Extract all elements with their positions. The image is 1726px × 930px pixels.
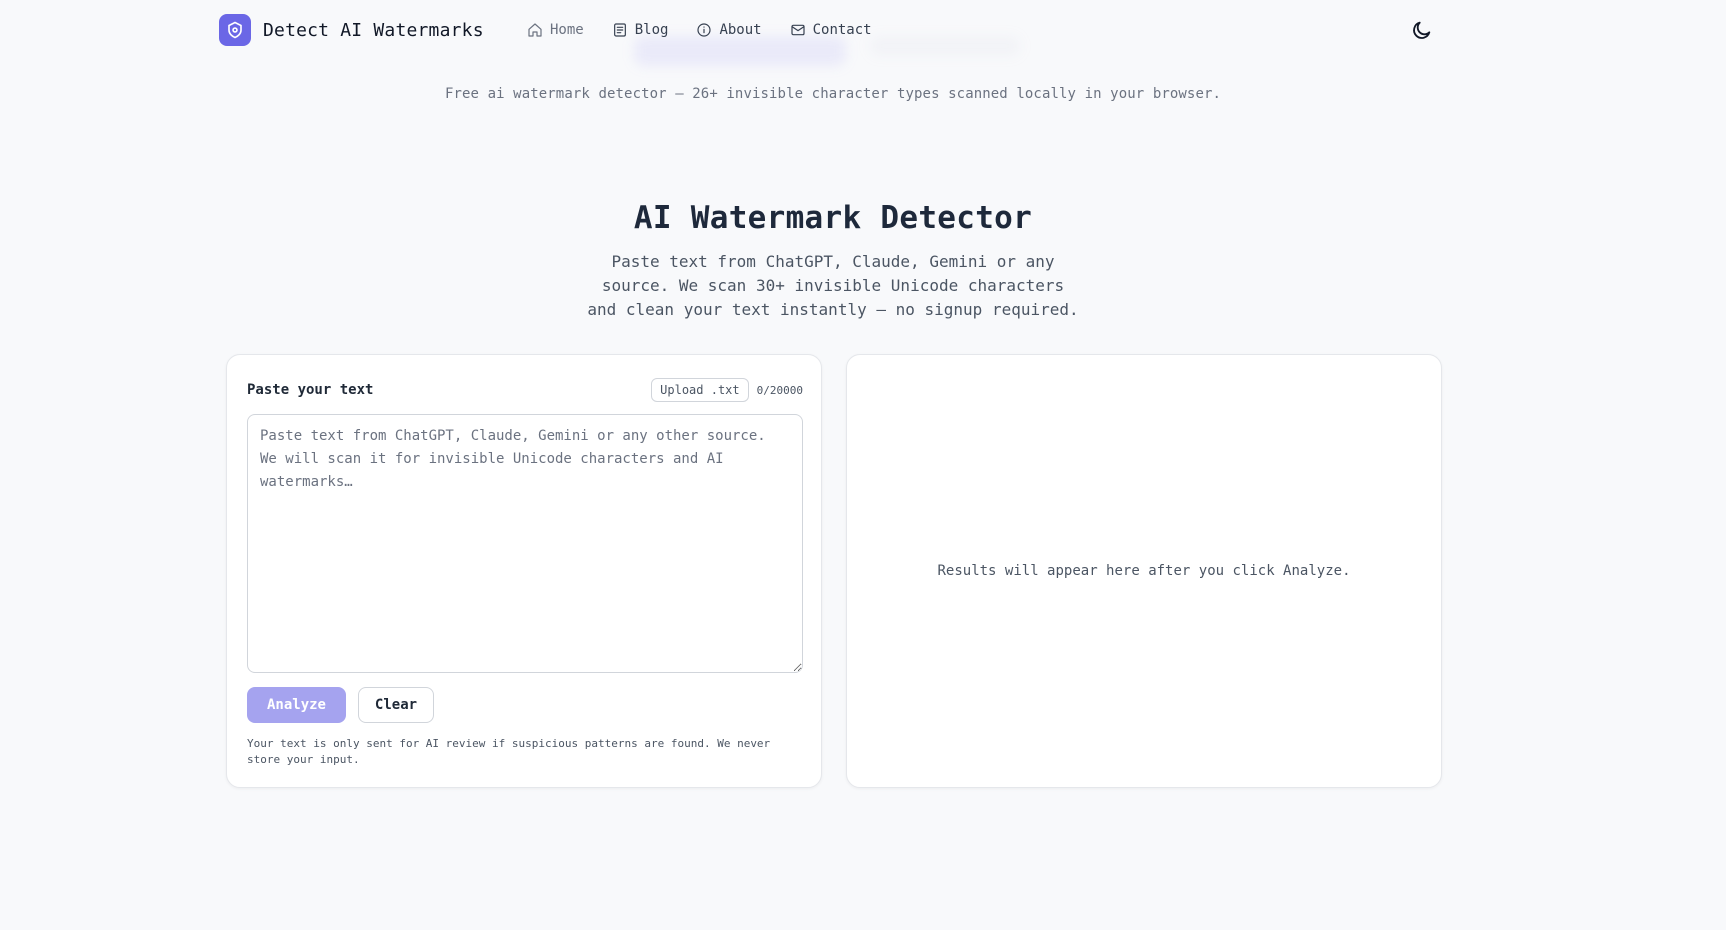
nav-highlight-secondary [870,36,1020,56]
main-nav: Home Blog About Contact [513,16,886,44]
home-icon [528,23,542,37]
char-count: 0/20000 [756,383,803,397]
input-card-actions: Upload .txt 0/20000 [651,378,803,402]
results-card: Results will appear here after you click… [846,354,1442,788]
site-header: Detect AI Watermarks Home Blog About Con… [0,0,1726,66]
clear-button[interactable]: Clear [358,687,434,723]
page-subtitle: Paste text from ChatGPT, Claude, Gemini … [587,252,1079,319]
input-card: Paste your text Upload .txt 0/20000 Anal… [226,354,822,788]
moon-icon [1413,21,1431,39]
results-placeholder: Results will appear here after you click… [937,563,1351,579]
nav-label-blog: Blog [634,22,669,38]
mail-icon [790,24,805,36]
nav-item-blog[interactable]: Blog [598,18,683,42]
nav-label-home: Home [550,22,584,38]
brand-name: Detect AI Watermarks [263,19,484,41]
action-buttons: Analyze Clear [247,687,434,723]
input-label: Paste your text [247,382,374,398]
nav-item-home[interactable]: Home [513,18,598,42]
shield-logo-icon [219,14,251,46]
newspaper-icon [613,23,626,37]
nav-label-contact: Contact [812,22,872,38]
privacy-note: Your text is only sent for AI review if … [247,737,771,766]
analyze-button[interactable]: Analyze [247,687,346,723]
page-title: AI Watermark Detector [633,200,1033,236]
text-input[interactable] [247,414,803,673]
info-icon [697,23,712,37]
brand[interactable]: Detect AI Watermarks [219,14,484,46]
nav-label-about: About [719,22,762,38]
upload-txt-button[interactable]: Upload .txt [651,378,749,402]
theme-toggle[interactable] [1410,18,1434,42]
tagline: Free ai watermark detector — 26+ invisib… [444,86,1222,102]
input-card-header: Paste your text Upload .txt 0/20000 [247,377,803,403]
nav-item-about[interactable]: About [682,18,775,42]
nav-item-contact[interactable]: Contact [776,18,886,42]
